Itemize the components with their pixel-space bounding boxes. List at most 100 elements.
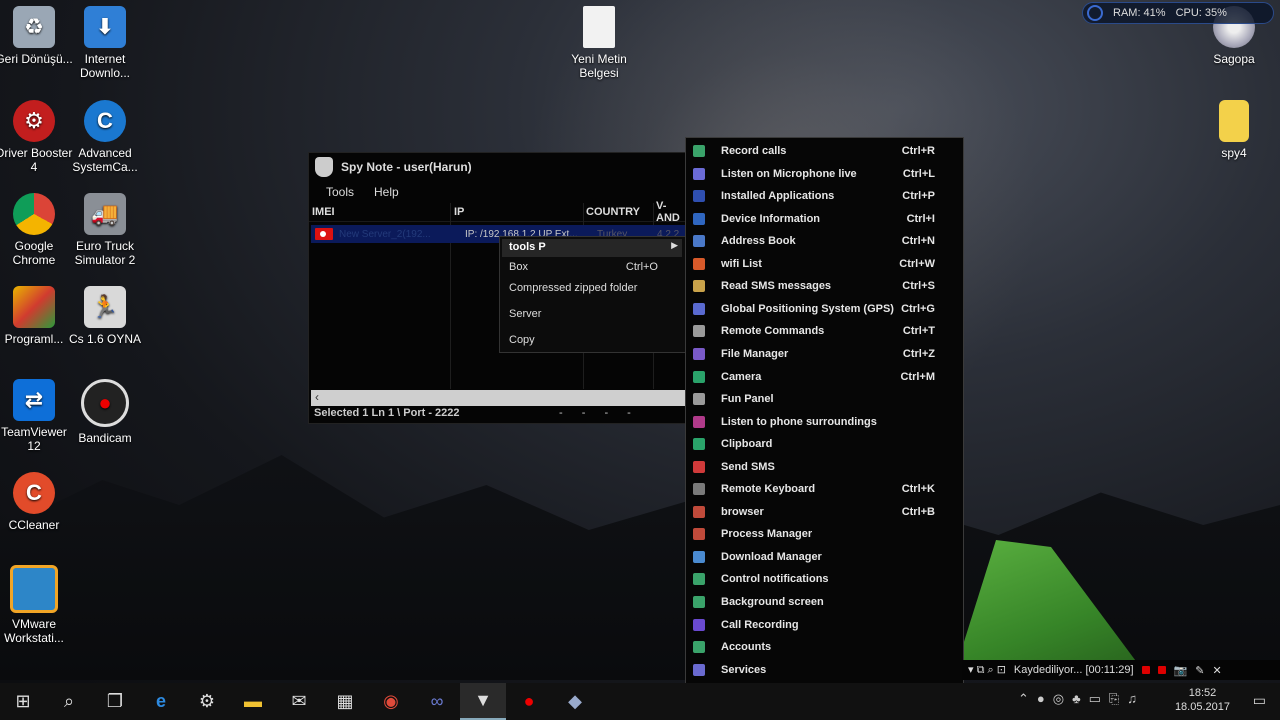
menu-tools[interactable]: Tools: [326, 185, 354, 199]
notifications-icon[interactable]: ▭: [1253, 692, 1266, 709]
turkey-flag-icon: [315, 228, 333, 240]
taskbar-edge[interactable]: e: [138, 683, 184, 720]
menu-item[interactable]: File Manager Ctrl+Z: [686, 343, 963, 365]
desktop-icon-vmware[interactable]: VMware Workstati...: [0, 565, 73, 645]
menu-item[interactable]: Accounts: [686, 636, 963, 658]
menu-item[interactable]: Address Book Ctrl+N: [686, 230, 963, 252]
clipboard-icon: [693, 438, 705, 451]
menu-item[interactable]: Installed Applications Ctrl+P: [686, 185, 963, 207]
menu-item-tools[interactable]: tools P: [509, 241, 546, 253]
pencil-icon[interactable]: ✎: [1195, 664, 1204, 677]
recording-icons: ▾ ⧉ ⌕ ⊡: [968, 664, 1006, 676]
stop-recording-icon[interactable]: [1141, 666, 1150, 674]
menu-item-label: Record calls: [721, 145, 787, 157]
menu-item-label: Remote Commands: [721, 325, 825, 338]
screenshot-icon[interactable]: 📷: [1174, 664, 1188, 677]
app-icon: ⚙: [198, 691, 216, 711]
menu-item[interactable]: Remote Keyboard Ctrl+K: [686, 478, 963, 500]
taskbar-file-explorer[interactable]: ▬: [230, 683, 276, 720]
desktop-icon-bandicam[interactable]: ● Bandicam: [66, 379, 144, 445]
euro-truck-icon: 🚚: [84, 193, 126, 235]
scroll-left-icon[interactable]: ‹: [315, 390, 319, 404]
menu-item-compressed-folder[interactable]: Compressed zipped folder: [509, 282, 637, 294]
taskbar-bandicam[interactable]: ●: [506, 683, 552, 720]
menu-item[interactable]: Call Recording: [686, 614, 963, 636]
menu-item[interactable]: Process Manager: [686, 523, 963, 545]
menu-item[interactable]: Control notifications: [686, 568, 963, 590]
desktop-icon-teamviewer[interactable]: ⇄ TeamViewer 12: [0, 379, 73, 453]
menu-item[interactable]: browser Ctrl+B: [686, 501, 963, 523]
menu-item-label: Read SMS messages: [721, 280, 832, 293]
spynote-titlebar[interactable]: Spy Note - user(Harun): [309, 153, 689, 181]
gps-icon: [693, 302, 705, 315]
cloud-download-icon: [693, 550, 705, 563]
column-imei[interactable]: IMEI: [309, 206, 454, 218]
menu-item[interactable]: Download Manager: [686, 546, 963, 568]
menu-item[interactable]: Device Information Ctrl+I: [686, 208, 963, 230]
bandicam-recording-bar[interactable]: ▾ ⧉ ⌕ ⊡ Kaydediliyor... [00:11:29] 📷 ✎ ✕: [962, 660, 1280, 680]
menu-item[interactable]: Clipboard: [686, 433, 963, 455]
status-bar-right: - - - -: [559, 407, 639, 419]
winrar-archive-icon: [1219, 100, 1249, 142]
desktop-icon-advanced-systemcare[interactable]: C Advanced SystemCa...: [66, 100, 144, 174]
sms-card-icon: [693, 460, 705, 473]
menu-item-box[interactable]: Box: [509, 261, 528, 273]
task-view-button[interactable]: ❐: [92, 683, 138, 720]
taskbar-chrome[interactable]: ◉: [368, 683, 414, 720]
pause-recording-icon[interactable]: [1157, 666, 1166, 674]
menu-item[interactable]: Read SMS messages Ctrl+S: [686, 275, 963, 297]
horizontal-scrollbar[interactable]: ‹: [311, 390, 687, 406]
taskbar-clock[interactable]: 18:52 18.05.2017: [1175, 686, 1230, 714]
key-icon: [693, 641, 705, 654]
menu-item-label: Download Manager: [721, 550, 822, 563]
spynote-icon: ▼: [474, 690, 492, 710]
desktop-icon-counter-strike[interactable]: 🏃 Cs 1.6 OYNA: [66, 286, 144, 346]
column-ip[interactable]: IP: [454, 206, 586, 218]
desktop-icon-chrome[interactable]: Google Chrome: [0, 193, 73, 267]
menu-help[interactable]: Help: [374, 185, 399, 199]
system-tray-icons[interactable]: ⌃●◎♣▭⎘♫: [1018, 691, 1145, 707]
desktop-icon-programs[interactable]: Programl...: [0, 286, 73, 346]
desktop-icon-spy4[interactable]: spy4: [1195, 100, 1273, 160]
menu-item[interactable]: Services: [686, 659, 963, 681]
taskbar-app-2[interactable]: ∞: [414, 683, 460, 720]
start-button[interactable]: ⊞: [0, 683, 46, 720]
play-store-icon: [693, 190, 705, 203]
column-country[interactable]: COUNTRY: [586, 206, 656, 218]
menu-item-label: Services: [721, 663, 767, 676]
context-menu-tools: Record calls Ctrl+R Listen on Microphone l…: [685, 137, 964, 684]
menu-item[interactable]: Send SMS: [686, 456, 963, 478]
taskbar-spynote[interactable]: ▼: [460, 683, 506, 720]
menu-item[interactable]: wifi List Ctrl+W: [686, 253, 963, 275]
performance-widget[interactable]: RAM: 41% CPU: 35%: [1082, 2, 1274, 24]
column-vand[interactable]: V-AND: [656, 200, 686, 224]
menu-item[interactable]: Background screen: [686, 591, 963, 613]
desktop-icon-driver-booster[interactable]: ⚙ Driver Booster 4: [0, 100, 73, 174]
menu-item[interactable]: Remote Commands Ctrl+T: [686, 320, 963, 342]
desktop-icon-recycle-bin[interactable]: ♻ Geri Dönüşü...: [0, 6, 73, 66]
menu-item[interactable]: Record calls Ctrl+R: [686, 140, 963, 162]
taskbar-store[interactable]: ▦: [322, 683, 368, 720]
menu-item[interactable]: Listen to phone surroundings: [686, 411, 963, 433]
search-button[interactable]: ⌕: [46, 683, 92, 720]
close-icon[interactable]: ✕: [1213, 664, 1222, 677]
context-menu-primary: tools P ▶ Box Ctrl+O Compressed zipped f…: [499, 236, 687, 353]
microphone-icon: [693, 415, 705, 428]
menu-item[interactable]: Fun Panel: [686, 388, 963, 410]
menu-item-server[interactable]: Server: [509, 308, 541, 320]
desktop-icon-euro-truck[interactable]: 🚚 Euro Truck Simulator 2: [66, 193, 144, 267]
menu-item[interactable]: Global Positioning System (GPS) Ctrl+G: [686, 298, 963, 320]
menu-item[interactable]: Camera Ctrl+M: [686, 366, 963, 388]
camera-icon: [693, 370, 705, 383]
desktop-icon-idm[interactable]: ⬇ Internet Downlo...: [66, 6, 144, 80]
menu-item[interactable]: Listen on Microphone live Ctrl+L: [686, 163, 963, 185]
recycle-bin-icon: ♻: [13, 6, 55, 48]
client-table-header: IMEI IP COUNTRY V-AND: [309, 200, 689, 224]
envelope-icon: [693, 280, 705, 293]
desktop-icon-ccleaner[interactable]: C CCleaner: [0, 472, 73, 532]
taskbar-app-3[interactable]: ◆: [552, 683, 598, 720]
menu-item-copy[interactable]: Copy: [509, 334, 535, 346]
desktop-icon-text-document[interactable]: Yeni Metin Belgesi: [560, 6, 638, 80]
taskbar-mail[interactable]: ✉: [276, 683, 322, 720]
taskbar-app[interactable]: ⚙: [184, 683, 230, 720]
